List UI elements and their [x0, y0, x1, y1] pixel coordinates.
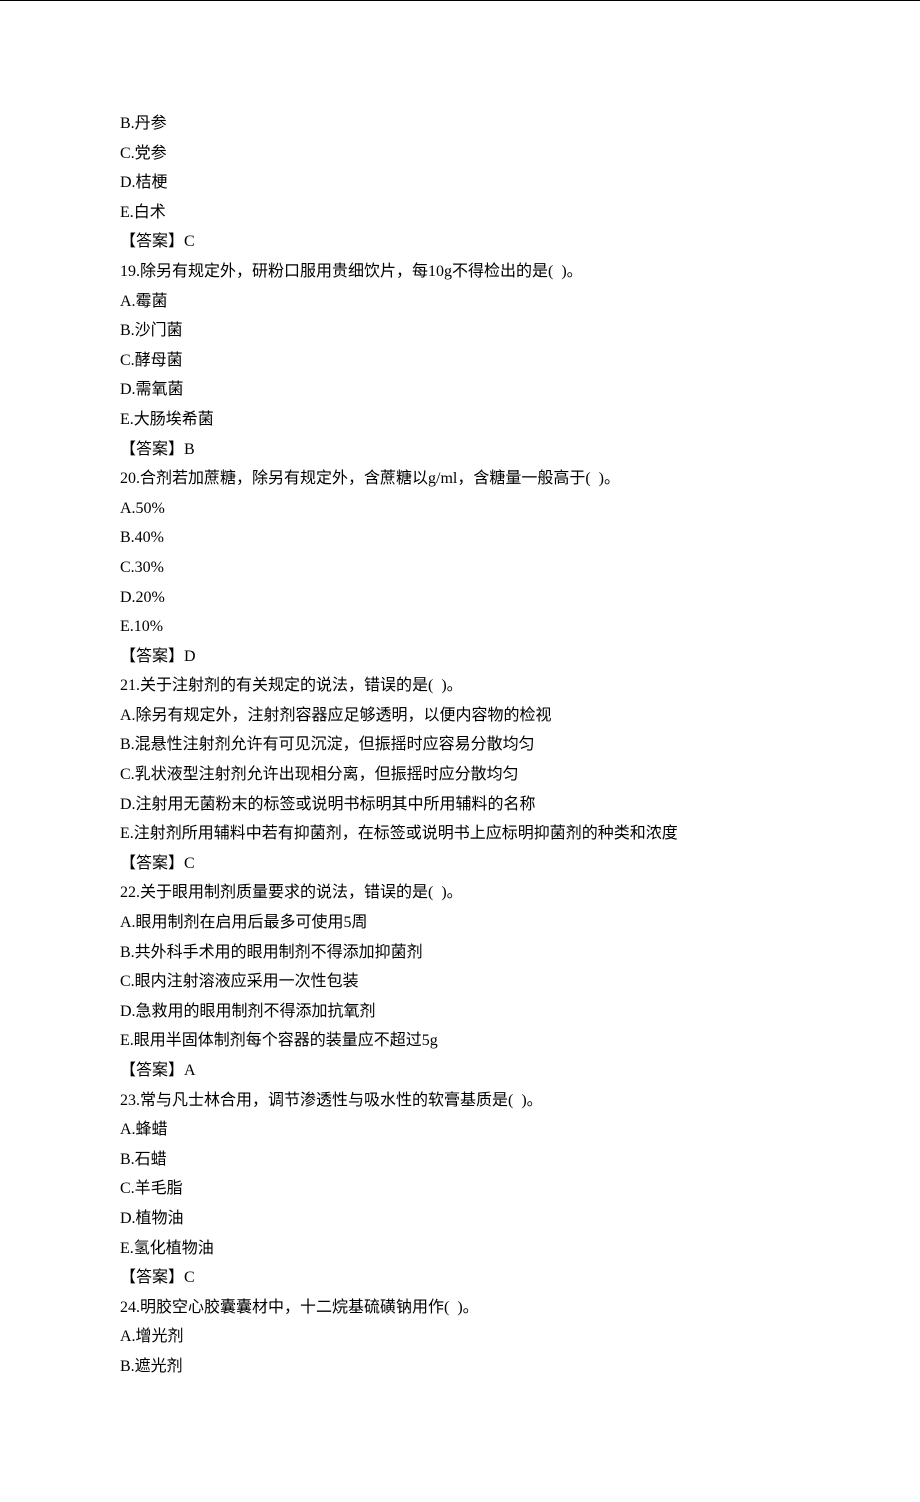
text-line: E.大肠埃希菌: [120, 405, 800, 435]
text-line: C.眼内注射溶液应采用一次性包装: [120, 967, 800, 997]
text-content: B.丹参C.党参D.桔梗E.白术【答案】C19.除另有规定外，研粉口服用贵细饮片…: [120, 109, 800, 1382]
text-line: D.注射用无菌粉末的标签或说明书标明其中所用辅料的名称: [120, 790, 800, 820]
text-line: 【答案】C: [120, 227, 800, 257]
text-line: C.羊毛脂: [120, 1174, 800, 1204]
text-line: A.霉菌: [120, 287, 800, 317]
text-line: B.丹参: [120, 109, 800, 139]
text-line: A.除另有规定外，注射剂容器应足够透明，以便内容物的检视: [120, 701, 800, 731]
text-line: E.注射剂所用辅料中若有抑菌剂，在标签或说明书上应标明抑菌剂的种类和浓度: [120, 819, 800, 849]
text-line: B.石蜡: [120, 1145, 800, 1175]
text-line: A.50%: [120, 494, 800, 524]
text-line: 21.关于注射剂的有关规定的说法，错误的是( )。: [120, 671, 800, 701]
text-line: B.共外科手术用的眼用制剂不得添加抑菌剂: [120, 938, 800, 968]
text-line: 【答案】C: [120, 1263, 800, 1293]
text-line: B.遮光剂: [120, 1352, 800, 1382]
text-line: E.眼用半固体制剂每个容器的装量应不超过5g: [120, 1026, 800, 1056]
text-line: B.沙门菌: [120, 316, 800, 346]
text-line: 【答案】C: [120, 849, 800, 879]
text-line: C.乳状液型注射剂允许出现相分离，但振摇时应分散均匀: [120, 760, 800, 790]
text-line: 【答案】D: [120, 642, 800, 672]
text-line: E.10%: [120, 612, 800, 642]
text-line: D.桔梗: [120, 168, 800, 198]
text-line: D.急救用的眼用制剂不得添加抗氧剂: [120, 997, 800, 1027]
text-line: A.蜂蜡: [120, 1115, 800, 1145]
text-line: D.植物油: [120, 1204, 800, 1234]
text-line: A.增光剂: [120, 1322, 800, 1352]
text-line: 19.除另有规定外，研粉口服用贵细饮片，每10g不得检出的是( )。: [120, 257, 800, 287]
text-line: E.氢化植物油: [120, 1234, 800, 1264]
text-line: 【答案】A: [120, 1056, 800, 1086]
text-line: C.30%: [120, 553, 800, 583]
text-line: D.需氧菌: [120, 375, 800, 405]
text-line: C.酵母菌: [120, 346, 800, 376]
text-line: 22.关于眼用制剂质量要求的说法，错误的是( )。: [120, 878, 800, 908]
text-line: B.40%: [120, 523, 800, 553]
text-line: 【答案】B: [120, 435, 800, 465]
text-line: B.混悬性注射剂允许有可见沉淀，但振摇时应容易分散均匀: [120, 730, 800, 760]
text-line: E.白术: [120, 198, 800, 228]
text-line: A.眼用制剂在启用后最多可使用5周: [120, 908, 800, 938]
text-line: D.20%: [120, 583, 800, 613]
document-page: B.丹参C.党参D.桔梗E.白术【答案】C19.除另有规定外，研粉口服用贵细饮片…: [0, 0, 920, 1502]
text-line: 23.常与凡士林合用，调节渗透性与吸水性的软膏基质是( )。: [120, 1086, 800, 1116]
text-line: 24.明胶空心胶囊囊材中，十二烷基硫磺钠用作( )。: [120, 1293, 800, 1323]
text-line: 20.合剂若加蔗糖，除另有规定外，含蔗糖以g/ml，含糖量一般高于( )。: [120, 464, 800, 494]
text-line: C.党参: [120, 139, 800, 169]
